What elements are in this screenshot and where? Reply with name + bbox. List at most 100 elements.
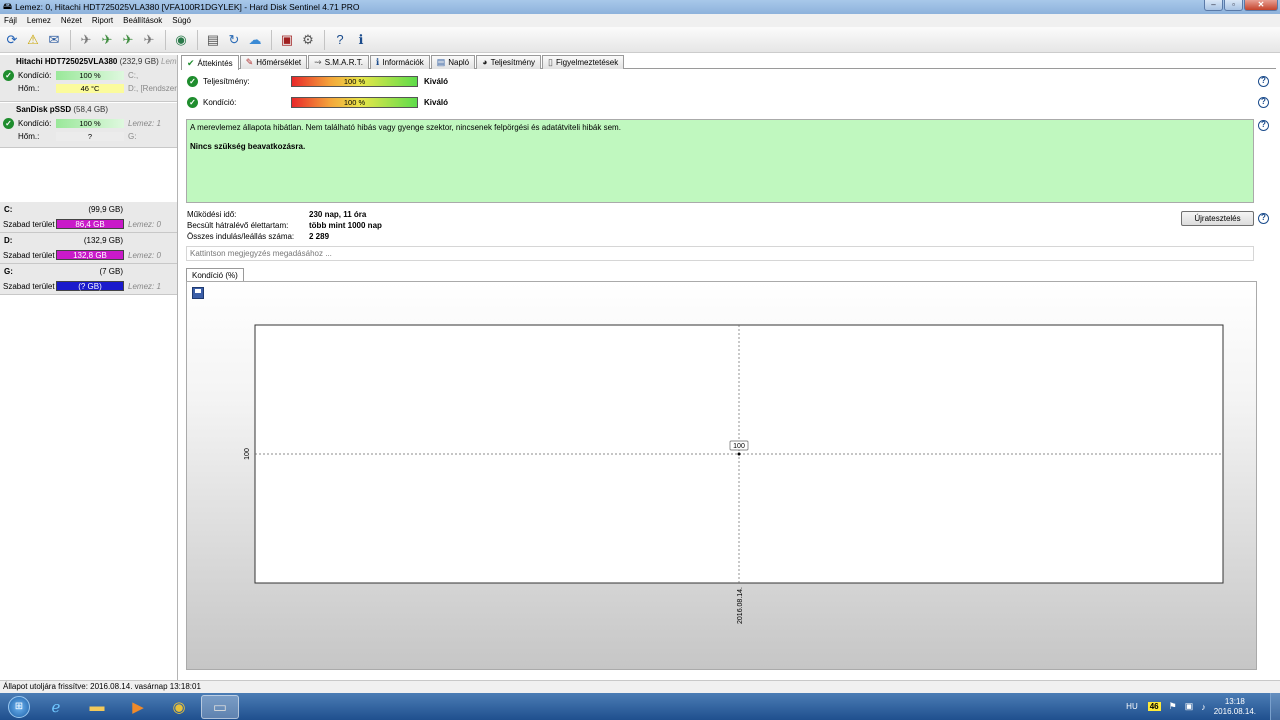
system-tray: HU 46 ⚑ ▣ ♪ 13:18 2016.08.14. bbox=[1126, 693, 1280, 720]
ok-check-icon: ✓ bbox=[187, 96, 198, 108]
temperature-bar: ? bbox=[56, 132, 124, 141]
sync-icon[interactable]: ↻ bbox=[224, 30, 244, 50]
tab-temperature[interactable]: ✎ Hőmérséklet bbox=[239, 55, 308, 69]
device-panel: Hitachi HDT725025VLA380 (232,9 GB) Lemez… bbox=[0, 55, 178, 680]
note-input[interactable]: Kattintson megjegyzés megadásához ... bbox=[186, 246, 1254, 261]
log-icon: ▤ bbox=[436, 57, 446, 67]
ok-check-icon: ✓ bbox=[187, 75, 198, 87]
refresh-icon[interactable]: ⟳ bbox=[2, 30, 22, 50]
globe-icon[interactable]: ◉ bbox=[171, 30, 191, 50]
chrome-icon[interactable]: ◉ bbox=[160, 695, 198, 719]
app-icon: 🖴 bbox=[3, 1, 13, 11]
gauge-icon: ◕ bbox=[482, 57, 488, 67]
y-tick-label: 100 bbox=[244, 448, 251, 460]
maximize-button[interactable]: ▫ bbox=[1224, 0, 1243, 11]
hard-disk-sentinel-task[interactable]: ▭ bbox=[201, 694, 239, 719]
retest-button[interactable]: Újratesztelés bbox=[1181, 211, 1254, 226]
tab-performance[interactable]: ◕ Teljesítmény bbox=[476, 55, 542, 69]
menu-disk[interactable]: Lemez bbox=[27, 16, 51, 25]
tab-overview[interactable]: ✔ Áttekintés bbox=[181, 55, 239, 70]
alert-icon[interactable]: ⚠ bbox=[23, 30, 43, 50]
title-bar: 🖴 Lemez: 0, Hitachi HDT725025VLA380 [VFA… bbox=[0, 0, 1280, 14]
lifetime-value: több mint 1000 nap bbox=[309, 221, 382, 230]
chart-plot: 100 100 2016.08.14. bbox=[244, 324, 1224, 624]
help-icon[interactable]: ? bbox=[1258, 120, 1269, 131]
media-player-icon[interactable]: ▶ bbox=[119, 695, 157, 719]
status-bar: Állapot utoljára frissítve: 2016.08.14. … bbox=[0, 680, 1280, 693]
window-title: Lemez: 0, Hitachi HDT725025VLA380 [VFA10… bbox=[15, 2, 360, 12]
explorer-folder-icon[interactable]: ▬ bbox=[78, 695, 116, 719]
document-icon[interactable]: ▤ bbox=[203, 30, 223, 50]
satellite-icon[interactable]: ✈ bbox=[76, 30, 96, 50]
tab-information[interactable]: ℹ Információk bbox=[369, 55, 430, 69]
health-bar: 100 % bbox=[56, 71, 124, 80]
tools-icon[interactable]: ▣ bbox=[277, 30, 297, 50]
start-count-value: 2 289 bbox=[309, 232, 330, 241]
menu-file[interactable]: Fájl bbox=[4, 16, 17, 25]
partition-item-g[interactable]: G: (7 GB) Szabad terület (? GB) Lemez: 1 bbox=[0, 264, 177, 295]
partition-item-d[interactable]: D: (132,9 GB) Szabad terület 132,8 GB Le… bbox=[0, 233, 177, 264]
free-space-bar: 86,4 GB bbox=[56, 219, 124, 229]
free-space-bar: 132,8 GB bbox=[56, 250, 124, 260]
health-bar: 100 % bbox=[291, 96, 418, 108]
uptime-value: 230 nap, 11 óra bbox=[309, 210, 367, 219]
start-button[interactable]: ⊞ bbox=[4, 693, 34, 720]
help-icon[interactable]: ? bbox=[1258, 97, 1269, 108]
flag-icon[interactable]: ⚑ bbox=[1169, 701, 1177, 712]
minimize-button[interactable]: – bbox=[1204, 0, 1223, 11]
alert-document-icon: ▯ bbox=[548, 57, 553, 67]
tab-log[interactable]: ▤ Napló bbox=[430, 55, 476, 69]
tab-smart[interactable]: ⇝ S.M.A.R.T. bbox=[308, 55, 369, 69]
health-row: ✓ Kondíció: 100 % Kiváló bbox=[187, 95, 448, 109]
disk-name: SanDisk pSSD bbox=[16, 105, 72, 114]
main-panel: ✔ Áttekintés ✎ Hőmérséklet ⇝ S.M.A.R.T. ℹ In… bbox=[181, 55, 1280, 680]
thermometer-icon: ✎ bbox=[245, 57, 254, 67]
help-icon[interactable]: ? bbox=[1258, 76, 1269, 87]
free-space-bar: (? GB) bbox=[56, 281, 124, 291]
network-icon[interactable]: ▣ bbox=[1185, 701, 1194, 712]
menu-view[interactable]: Nézet bbox=[61, 16, 82, 25]
ok-check-icon: ✔ bbox=[187, 57, 195, 68]
tab-bar: ✔ Áttekintés ✎ Hőmérséklet ⇝ S.M.A.R.T. ℹ In… bbox=[181, 55, 625, 70]
menu-settings[interactable]: Beállítások bbox=[123, 16, 162, 25]
data-point bbox=[737, 452, 741, 456]
help-icon[interactable]: ? bbox=[330, 30, 350, 50]
tab-alerts[interactable]: ▯ Figyelmeztetések bbox=[542, 55, 625, 69]
disk-item-0[interactable]: Hitachi HDT725025VLA380 (232,9 GB) Lemez… bbox=[0, 55, 177, 102]
language-indicator[interactable]: HU bbox=[1126, 702, 1138, 711]
cloud-icon[interactable]: ☁ bbox=[245, 30, 265, 50]
taskbar: ⊞ ℯ ▬ ▶ ◉ ▭ HU 46 ⚑ ▣ ♪ 13:18 2016.08.14… bbox=[0, 693, 1280, 720]
close-button[interactable]: ✕ bbox=[1244, 0, 1278, 11]
health-bar: 100 % bbox=[56, 119, 124, 128]
help-icon[interactable]: ? bbox=[1258, 213, 1269, 224]
satellite-yellow-icon[interactable]: ✈ bbox=[118, 30, 138, 50]
disk-item-1[interactable]: SanDisk pSSD (58,4 GB) ✓ Kondíció: 100 %… bbox=[0, 103, 177, 148]
satellite-blue-icon[interactable]: ✈ bbox=[139, 30, 159, 50]
ok-check-icon: ✓ bbox=[3, 118, 14, 129]
partition-item-c[interactable]: C: (99,9 GB) Szabad terület 86,4 GB Leme… bbox=[0, 202, 177, 233]
satellite-green-icon[interactable]: ✈ bbox=[97, 30, 117, 50]
info-icon: ℹ bbox=[375, 57, 380, 67]
volume-icon[interactable]: ♪ bbox=[1201, 702, 1206, 712]
toolbar: ⟳ ⚠ ✉ ✈ ✈ ✈ ✈ ◉ ▤ ↻ ☁ ▣ ⚙ ? ℹ bbox=[0, 27, 1280, 53]
performance-row: ✓ Teljesítmény: 100 % Kiváló bbox=[187, 74, 448, 88]
status-summary: A merevlemez állapota hibátlan. Nem talá… bbox=[186, 119, 1254, 203]
gear-icon[interactable]: ⚙ bbox=[298, 30, 318, 50]
report-icon[interactable]: ✉ bbox=[44, 30, 64, 50]
condition-chart: 100 100 2016.08.14. bbox=[186, 281, 1257, 670]
ie-icon[interactable]: ℯ bbox=[37, 695, 75, 719]
info-icon[interactable]: ℹ bbox=[351, 30, 371, 50]
ok-check-icon: ✓ bbox=[3, 70, 14, 81]
performance-bar: 100 % bbox=[291, 75, 418, 87]
disk-temperature-badge[interactable]: 46 bbox=[1147, 702, 1161, 711]
x-tick-label: 2016.08.14. bbox=[737, 587, 744, 624]
menu-report[interactable]: Riport bbox=[92, 16, 113, 25]
point-label: 100 bbox=[733, 443, 745, 450]
temperature-bar: 46 °C bbox=[56, 84, 124, 93]
disk-name: Hitachi HDT725025VLA380 bbox=[16, 57, 118, 66]
menu-bar: Fájl Lemez Nézet Riport Beállítások Súgó bbox=[0, 14, 1280, 27]
tab-condition-chart[interactable]: Kondíció (%) bbox=[186, 268, 244, 282]
clock[interactable]: 13:18 2016.08.14. bbox=[1214, 697, 1256, 717]
show-desktop-button[interactable] bbox=[1270, 693, 1280, 720]
menu-help[interactable]: Súgó bbox=[172, 16, 191, 25]
